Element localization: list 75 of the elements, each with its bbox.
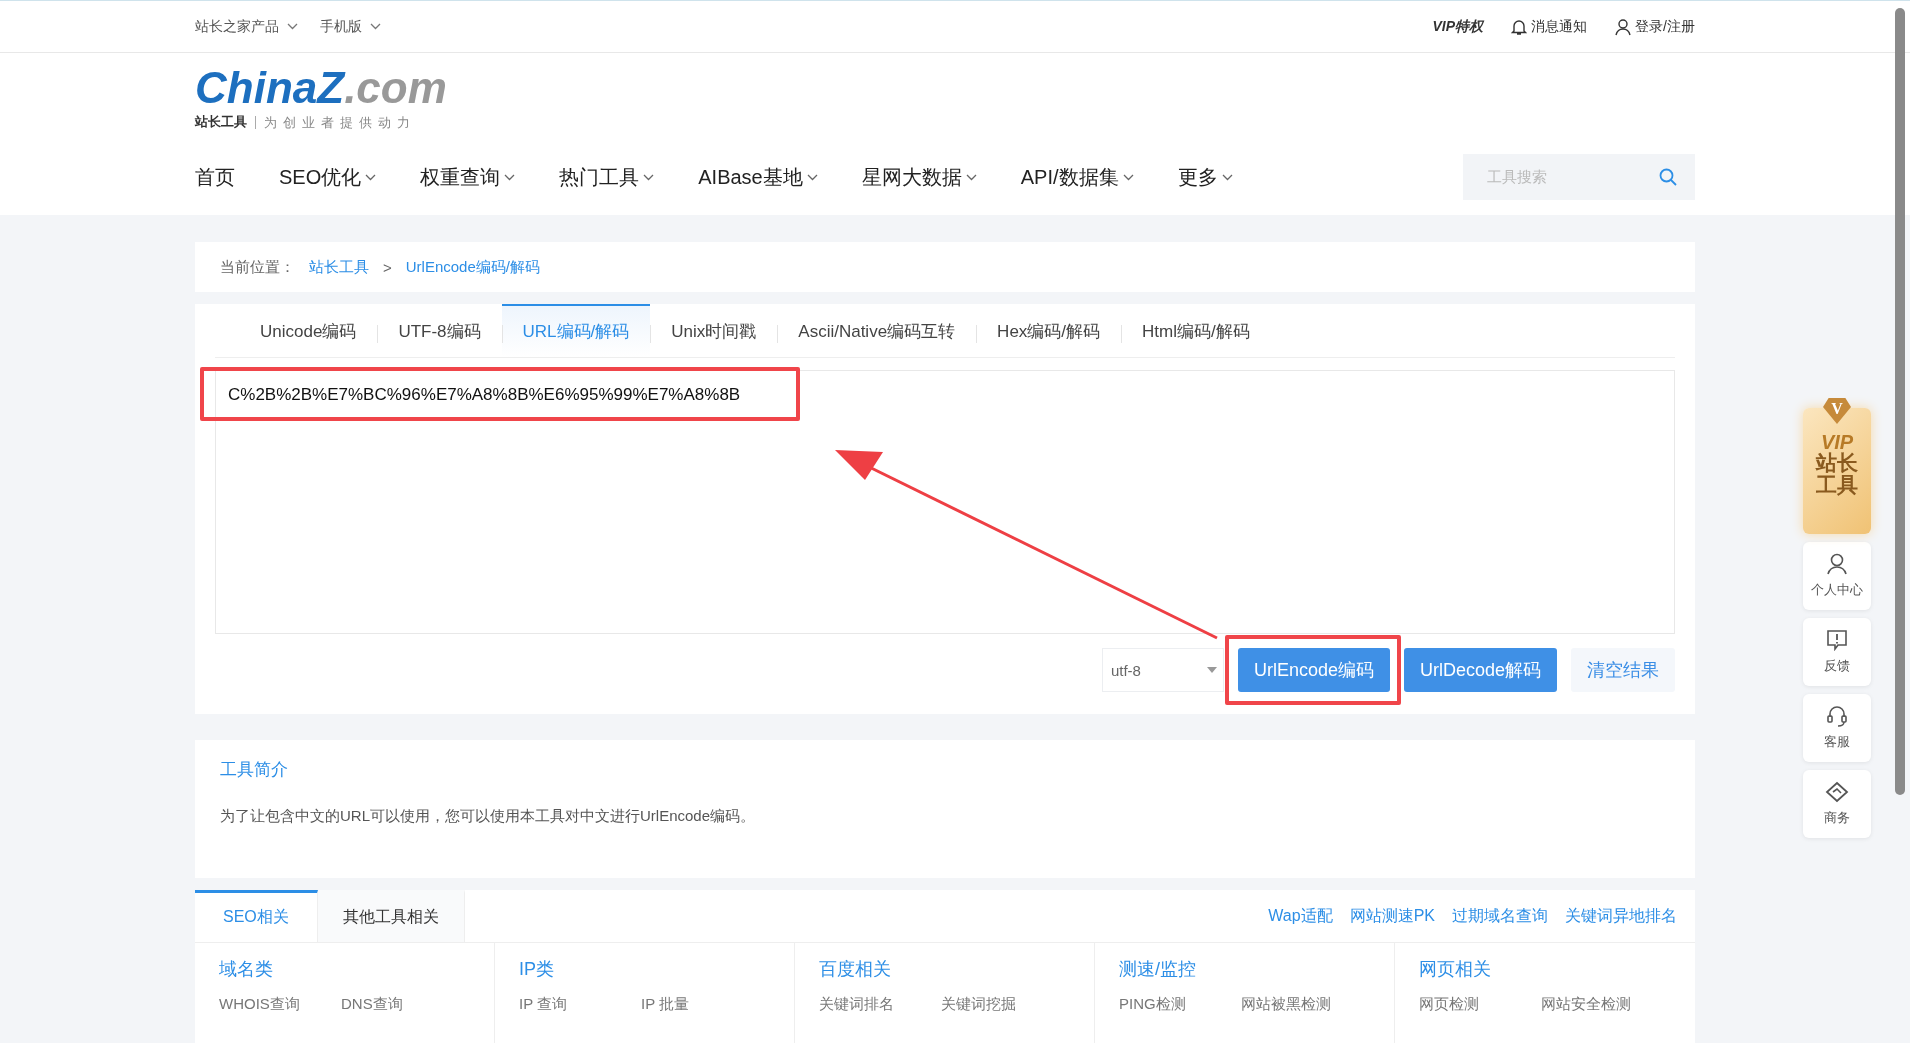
dropdown-icon — [1206, 667, 1217, 673]
tab[interactable]: Hex编码/解码 — [976, 304, 1122, 357]
tab[interactable]: Unix时间戳 — [650, 304, 778, 357]
vip-link[interactable]: VIP特权 — [1432, 17, 1484, 36]
nav-item[interactable]: API/数据集 — [1020, 163, 1134, 191]
side-button[interactable]: 客服 — [1803, 694, 1871, 762]
tab[interactable]: Html编码/解码 — [1121, 304, 1271, 357]
notification-link[interactable]: 消息通知 — [1511, 17, 1588, 36]
login-link[interactable]: 登录/注册 — [1615, 17, 1695, 36]
scrollbar[interactable] — [1895, 8, 1905, 795]
input-value: C%2B%2B%E7%BC%96%E7%A8%8B%E6%95%99%E7%A8%8B — [228, 385, 741, 405]
side-button[interactable]: 反馈 — [1803, 618, 1871, 686]
tool-link[interactable]: PING检测 — [1119, 995, 1241, 1014]
tab[interactable]: UTF-8编码 — [377, 304, 502, 357]
tool-link[interactable]: IP 批量 — [641, 995, 763, 1014]
quick-link[interactable]: 过期域名查询 — [1452, 905, 1548, 927]
category-title: 网页相关 — [1419, 958, 1492, 981]
user-icon — [1826, 553, 1848, 575]
category-title: IP类 — [519, 958, 555, 981]
tool-link[interactable]: 网页检测 — [1419, 995, 1541, 1014]
charset-select[interactable]: utf-8 — [1101, 648, 1224, 692]
tab[interactable]: Ascii/Native编码互转 — [777, 304, 977, 357]
quick-link[interactable]: Wap适配 — [1268, 905, 1333, 927]
nav-item[interactable]: 热门工具 — [559, 163, 655, 191]
tool-link[interactable]: 关键词挖掘 — [941, 995, 1063, 1014]
tool-link[interactable]: 网站安全检测 — [1541, 995, 1663, 1014]
intro-text: 为了让包含中文的URL可以使用，您可以使用本工具对中文进行UrlEncode编码。 — [220, 807, 757, 826]
nav-item[interactable]: AIBase基地 — [698, 163, 818, 191]
caret-icon — [287, 23, 298, 30]
caret-icon — [370, 23, 381, 30]
tool-link[interactable]: WHOIS查询 — [219, 995, 341, 1014]
headset-icon — [1826, 705, 1848, 727]
user-icon — [1615, 17, 1632, 36]
logo-slogan: 为创业者提供动力 — [255, 115, 416, 129]
breadcrumb-link[interactable]: UrlEncode编码/解码 — [405, 257, 540, 277]
breadcrumb-label: 当前位置： — [220, 257, 295, 277]
quick-link[interactable]: 关键词异地排名 — [1565, 905, 1677, 927]
caret-icon — [504, 173, 516, 181]
nav-item[interactable]: 更多 — [1177, 163, 1233, 191]
tool-link[interactable]: DNS查询 — [341, 995, 463, 1014]
caret-icon — [965, 173, 977, 181]
tool-link[interactable]: 关键词排名 — [819, 995, 941, 1014]
menu-link[interactable]: 手机版 — [320, 17, 381, 36]
category-title: 域名类 — [219, 958, 274, 981]
tool-link[interactable]: IP 查询 — [519, 995, 641, 1014]
nav-item[interactable]: 首页 — [195, 163, 235, 191]
caret-icon — [1122, 173, 1134, 181]
vip-label: VIP — [1820, 432, 1854, 452]
nav-item[interactable]: SEO优化 — [279, 163, 377, 191]
nav-item[interactable]: 星网大数据 — [861, 163, 977, 191]
caret-icon — [643, 173, 655, 181]
caret-icon — [806, 173, 818, 181]
nav-item[interactable]: 权重查询 — [420, 163, 516, 191]
tab[interactable]: SEO相关 — [195, 890, 318, 942]
side-button[interactable]: 商务 — [1803, 770, 1871, 838]
side-button[interactable]: 个人中心 — [1803, 542, 1871, 610]
category-title: 百度相关 — [819, 958, 892, 981]
breadcrumb-separator: > — [383, 258, 392, 276]
tab[interactable]: 其他工具相关 — [317, 890, 465, 942]
vip-title: 站长工具 — [1814, 452, 1859, 496]
feedback-icon — [1826, 629, 1848, 651]
tool-link[interactable]: 网站被黑检测 — [1241, 995, 1363, 1014]
category-title: 测速/监控 — [1119, 958, 1197, 981]
breadcrumb-link[interactable]: 站长工具 — [309, 257, 369, 277]
logo-brand: 站长工具 — [195, 113, 247, 131]
handshake-icon — [1825, 781, 1849, 803]
caret-icon — [365, 173, 377, 181]
bell-icon — [1511, 17, 1528, 36]
caret-icon — [1221, 173, 1233, 181]
search-icon[interactable] — [1659, 168, 1677, 186]
menu-link[interactable]: 站长之家产品 — [195, 17, 298, 36]
site-logo[interactable]: ChinaZ.com — [195, 65, 1695, 111]
quick-link[interactable]: 网站测速PK — [1349, 905, 1435, 927]
tab[interactable]: Unicode编码 — [239, 304, 378, 357]
section-title: 工具简介 — [220, 759, 289, 781]
